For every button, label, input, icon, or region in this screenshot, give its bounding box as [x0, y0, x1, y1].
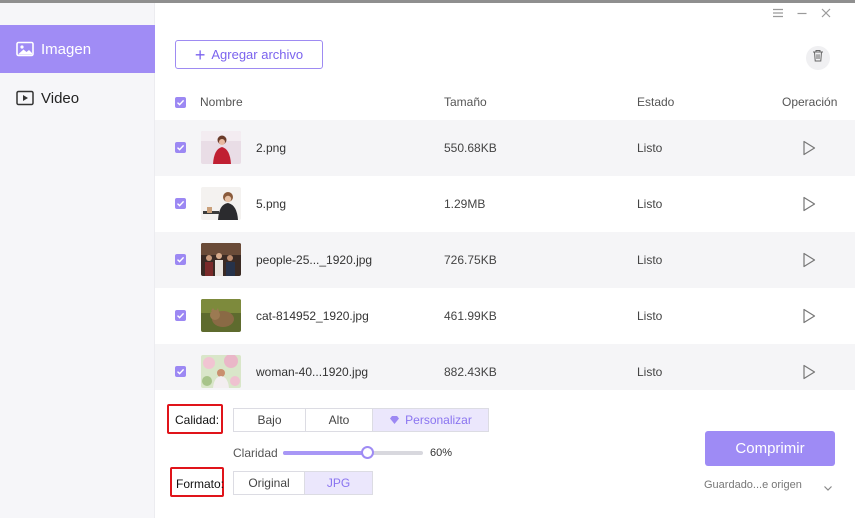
file-size: 550.68KB: [444, 141, 497, 155]
plus-icon: +: [194, 44, 206, 65]
clarity-slider[interactable]: [283, 446, 423, 459]
file-thumbnail: [201, 131, 241, 164]
clarity-slider-knob[interactable]: [361, 446, 374, 459]
file-name: woman-40...1920.jpg: [256, 365, 369, 379]
file-state: Listo: [637, 197, 663, 211]
play-icon[interactable]: [801, 251, 817, 269]
image-icon: [16, 41, 34, 57]
quality-label: Calidad:: [175, 413, 220, 427]
table-row[interactable]: cat-814952_1920.jpg 461.99KB Listo: [155, 288, 855, 344]
quality-option-high[interactable]: Alto: [306, 409, 373, 431]
sidebar: Imagen Video: [0, 3, 155, 518]
clarity-label: Claridad: [233, 446, 278, 460]
sidebar-item-label: Imagen: [41, 40, 92, 58]
file-list: 2.png 550.68KB Listo 5.png 1.29MB Listo …: [155, 120, 855, 390]
play-icon[interactable]: [801, 195, 817, 213]
file-thumbnail: [201, 355, 241, 388]
format-option-original[interactable]: Original: [234, 472, 305, 494]
file-size: 1.29MB: [444, 197, 486, 211]
save-location-select[interactable]: Guardado...e origen: [704, 479, 802, 491]
file-state: Listo: [637, 141, 663, 155]
quality-option-low[interactable]: Bajo: [234, 409, 306, 431]
file-thumbnail: [201, 299, 241, 332]
play-icon[interactable]: [801, 139, 817, 157]
file-size: 882.43KB: [444, 365, 497, 379]
clarity-value: 60%: [430, 447, 453, 459]
row-checkbox[interactable]: [175, 142, 186, 153]
menu-icon[interactable]: [771, 6, 785, 20]
file-name: cat-814952_1920.jpg: [256, 309, 369, 323]
close-icon[interactable]: [819, 6, 833, 20]
format-option-jpg[interactable]: JPG: [305, 472, 372, 494]
header-name: Nombre: [200, 95, 243, 109]
clarity-slider-fill: [283, 451, 367, 455]
file-name: 2.png: [256, 141, 287, 155]
file-name: 5.png: [256, 197, 287, 211]
table-row[interactable]: woman-40...1920.jpg 882.43KB Listo: [155, 344, 855, 390]
header-operation: Operación: [782, 95, 838, 109]
add-file-button[interactable]: + Agregar archivo: [175, 40, 323, 69]
chevron-down-icon[interactable]: [823, 480, 833, 491]
file-name: people-25..._1920.jpg: [256, 253, 373, 267]
file-thumbnail: [201, 243, 241, 276]
row-checkbox[interactable]: [175, 366, 186, 377]
quality-option-custom-label: Personalizar: [405, 413, 472, 427]
header-state: Estado: [637, 95, 675, 109]
play-icon[interactable]: [801, 307, 817, 325]
table-row[interactable]: people-25..._1920.jpg 726.75KB Listo: [155, 232, 855, 288]
delete-all-button[interactable]: [806, 46, 830, 70]
file-state: Listo: [637, 309, 663, 323]
diamond-icon: [389, 415, 400, 425]
row-checkbox[interactable]: [175, 310, 186, 321]
format-options: Original JPG: [233, 471, 373, 495]
file-state: Listo: [637, 365, 663, 379]
minimize-icon[interactable]: [795, 6, 809, 20]
add-file-label: Agregar archivo: [211, 47, 304, 62]
row-checkbox[interactable]: [175, 254, 186, 265]
quality-option-custom[interactable]: Personalizar: [373, 409, 488, 431]
file-state: Listo: [637, 253, 663, 267]
table-header: Nombre Tamaño Estado Operación: [155, 84, 855, 120]
settings-panel: Calidad: Bajo Alto Personalizar Claridad…: [155, 390, 855, 518]
file-size: 461.99KB: [444, 309, 497, 323]
trash-icon: [812, 49, 824, 67]
sidebar-item-imagen[interactable]: Imagen: [0, 25, 155, 73]
format-label: Formato:: [176, 477, 225, 491]
table-row[interactable]: 5.png 1.29MB Listo: [155, 176, 855, 232]
sidebar-item-video[interactable]: Video: [0, 74, 155, 122]
select-all-checkbox[interactable]: [175, 97, 186, 108]
compress-button[interactable]: Comprimir: [705, 431, 835, 466]
file-size: 726.75KB: [444, 253, 497, 267]
header-size: Tamaño: [444, 95, 487, 109]
quality-options: Bajo Alto Personalizar: [233, 408, 489, 432]
sidebar-item-label: Video: [41, 89, 80, 107]
table-row[interactable]: 2.png 550.68KB Listo: [155, 120, 855, 176]
file-thumbnail: [201, 187, 241, 220]
video-icon: [16, 90, 34, 106]
row-checkbox[interactable]: [175, 198, 186, 209]
play-icon[interactable]: [801, 363, 817, 381]
